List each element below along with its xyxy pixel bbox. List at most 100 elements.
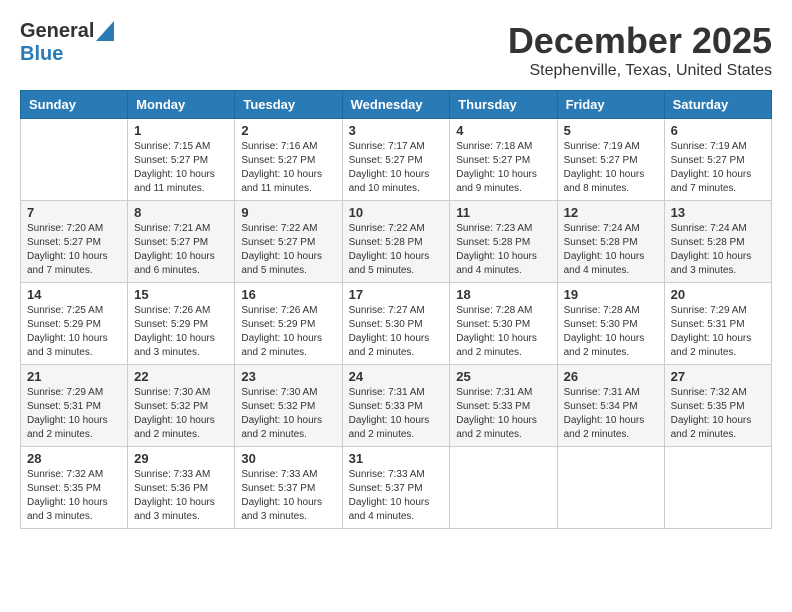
table-row: 30 Sunrise: 7:33 AM Sunset: 5:37 PM Dayli… [235, 447, 342, 529]
day-info: Sunrise: 7:32 AM Sunset: 5:35 PM Dayligh… [671, 386, 765, 442]
day-info: Sunrise: 7:23 AM Sunset: 5:28 PM Dayligh… [456, 222, 550, 278]
table-row: 26Sunrise: 7:31 AM Sunset: 5:34 PM Dayli… [557, 365, 664, 447]
table-row: 13 Sunrise: 7:24 AM Sunset: 5:28 PM Dayli… [664, 201, 771, 283]
day-info: Sunrise: 7:25 AM Sunset: 5:29 PM Dayligh… [27, 304, 121, 360]
day-info: Sunrise: 7:22 AM Sunset: 5:28 PM Dayligh… [349, 222, 444, 278]
calendar-week-row: 14 Sunrise: 7:25 AM Sunset: 5:29 PM Dayli… [21, 283, 772, 365]
col-sunday: Sunday [21, 91, 128, 119]
table-row: 9Sunrise: 7:22 AM Sunset: 5:27 PM Daylig… [235, 201, 342, 283]
day-info: Sunrise: 7:24 AM Sunset: 5:28 PM Dayligh… [564, 222, 658, 278]
day-info: Sunrise: 7:29 AM Sunset: 5:31 PM Dayligh… [671, 304, 765, 360]
day-info: Sunrise: 7:31 AM Sunset: 5:33 PM Dayligh… [456, 386, 550, 442]
calendar-week-row: 21 Sunrise: 7:29 AM Sunset: 5:31 PM Dayli… [21, 365, 772, 447]
day-number: 22 [134, 369, 228, 384]
day-number: 14 [27, 287, 121, 302]
day-number: 5 [564, 123, 658, 138]
col-thursday: Thursday [450, 91, 557, 119]
table-row: 5Sunrise: 7:19 AM Sunset: 5:27 PM Daylig… [557, 119, 664, 201]
day-number: 21 [27, 369, 121, 384]
table-row: 31 Sunrise: 7:33 AM Sunset: 5:37 PM Dayli… [342, 447, 450, 529]
col-friday: Friday [557, 91, 664, 119]
day-number: 31 [349, 451, 444, 466]
table-row: 11 Sunrise: 7:23 AM Sunset: 5:28 PM Dayli… [450, 201, 557, 283]
day-info: Sunrise: 7:21 AM Sunset: 5:27 PM Dayligh… [134, 222, 228, 278]
day-info: Sunrise: 7:18 AM Sunset: 5:27 PM Dayligh… [456, 140, 550, 196]
calendar-table: Sunday Monday Tuesday Wednesday Thursday… [20, 90, 772, 529]
table-row: 3Sunrise: 7:17 AM Sunset: 5:27 PM Daylig… [342, 119, 450, 201]
table-row: 27 Sunrise: 7:32 AM Sunset: 5:35 PM Dayli… [664, 365, 771, 447]
table-row: 22 Sunrise: 7:30 AM Sunset: 5:32 PM Dayli… [128, 365, 235, 447]
day-number: 23 [241, 369, 335, 384]
day-number: 13 [671, 205, 765, 220]
table-row: 29 Sunrise: 7:33 AM Sunset: 5:36 PM Dayli… [128, 447, 235, 529]
table-row: 14 Sunrise: 7:25 AM Sunset: 5:29 PM Dayli… [21, 283, 128, 365]
table-row: 19 Sunrise: 7:28 AM Sunset: 5:30 PM Dayli… [557, 283, 664, 365]
table-row: 6 Sunrise: 7:19 AM Sunset: 5:27 PM Daylig… [664, 119, 771, 201]
day-number: 1 [134, 123, 228, 138]
table-row: 17Sunrise: 7:27 AM Sunset: 5:30 PM Dayli… [342, 283, 450, 365]
table-row: 24Sunrise: 7:31 AM Sunset: 5:33 PM Dayli… [342, 365, 450, 447]
day-info: Sunrise: 7:33 AM Sunset: 5:36 PM Dayligh… [134, 468, 228, 524]
calendar-week-row: 7Sunrise: 7:20 AM Sunset: 5:27 PM Daylig… [21, 201, 772, 283]
table-row: 28 Sunrise: 7:32 AM Sunset: 5:35 PM Dayli… [21, 447, 128, 529]
day-number: 6 [671, 123, 765, 138]
day-number: 27 [671, 369, 765, 384]
table-row: 7Sunrise: 7:20 AM Sunset: 5:27 PM Daylig… [21, 201, 128, 283]
table-row: 18Sunrise: 7:28 AM Sunset: 5:30 PM Dayli… [450, 283, 557, 365]
day-number: 11 [456, 205, 550, 220]
day-info: Sunrise: 7:28 AM Sunset: 5:30 PM Dayligh… [564, 304, 658, 360]
day-info: Sunrise: 7:33 AM Sunset: 5:37 PM Dayligh… [349, 468, 444, 524]
title-section: December 2025 Stephenville, Texas, Unite… [508, 20, 772, 80]
day-number: 8 [134, 205, 228, 220]
table-row [450, 447, 557, 529]
logo-text-blue: Blue [20, 43, 63, 65]
day-number: 20 [671, 287, 765, 302]
calendar-week-row: 28 Sunrise: 7:32 AM Sunset: 5:35 PM Dayli… [21, 447, 772, 529]
col-wednesday: Wednesday [342, 91, 450, 119]
day-number: 25 [456, 369, 550, 384]
calendar-week-row: 1 Sunrise: 7:15 AM Sunset: 5:27 PM Daylig… [21, 119, 772, 201]
day-number: 15 [134, 287, 228, 302]
day-number: 10 [349, 205, 444, 220]
day-number: 29 [134, 451, 228, 466]
day-info: Sunrise: 7:29 AM Sunset: 5:31 PM Dayligh… [27, 386, 121, 442]
table-row: 15 Sunrise: 7:26 AM Sunset: 5:29 PM Dayli… [128, 283, 235, 365]
day-number: 19 [564, 287, 658, 302]
day-info: Sunrise: 7:19 AM Sunset: 5:27 PM Dayligh… [671, 140, 765, 196]
logo: General Blue [20, 20, 114, 66]
day-number: 2 [241, 123, 335, 138]
day-info: Sunrise: 7:26 AM Sunset: 5:29 PM Dayligh… [134, 304, 228, 360]
day-info: Sunrise: 7:33 AM Sunset: 5:37 PM Dayligh… [241, 468, 335, 524]
table-row [557, 447, 664, 529]
day-info: Sunrise: 7:30 AM Sunset: 5:32 PM Dayligh… [134, 386, 228, 442]
day-info: Sunrise: 7:15 AM Sunset: 5:27 PM Dayligh… [134, 140, 228, 196]
day-info: Sunrise: 7:20 AM Sunset: 5:27 PM Dayligh… [27, 222, 121, 278]
day-info: Sunrise: 7:27 AM Sunset: 5:30 PM Dayligh… [349, 304, 444, 360]
table-row: 16Sunrise: 7:26 AM Sunset: 5:29 PM Dayli… [235, 283, 342, 365]
day-number: 30 [241, 451, 335, 466]
day-info: Sunrise: 7:32 AM Sunset: 5:35 PM Dayligh… [27, 468, 121, 524]
table-row: 1 Sunrise: 7:15 AM Sunset: 5:27 PM Daylig… [128, 119, 235, 201]
day-info: Sunrise: 7:28 AM Sunset: 5:30 PM Dayligh… [456, 304, 550, 360]
month-title: December 2025 [508, 20, 772, 62]
day-number: 28 [27, 451, 121, 466]
day-number: 26 [564, 369, 658, 384]
table-row: 4 Sunrise: 7:18 AM Sunset: 5:27 PM Daylig… [450, 119, 557, 201]
day-info: Sunrise: 7:24 AM Sunset: 5:28 PM Dayligh… [671, 222, 765, 278]
location-title: Stephenville, Texas, United States [508, 62, 772, 80]
day-number: 4 [456, 123, 550, 138]
day-number: 12 [564, 205, 658, 220]
col-monday: Monday [128, 91, 235, 119]
page-header: General Blue December 2025 Stephenville,… [20, 20, 772, 80]
table-row: 20 Sunrise: 7:29 AM Sunset: 5:31 PM Dayli… [664, 283, 771, 365]
table-row [664, 447, 771, 529]
table-row: 21 Sunrise: 7:29 AM Sunset: 5:31 PM Dayli… [21, 365, 128, 447]
calendar-header-row: Sunday Monday Tuesday Wednesday Thursday… [21, 91, 772, 119]
col-saturday: Saturday [664, 91, 771, 119]
table-row: 25 Sunrise: 7:31 AM Sunset: 5:33 PM Dayli… [450, 365, 557, 447]
table-row: 2 Sunrise: 7:16 AM Sunset: 5:27 PM Daylig… [235, 119, 342, 201]
table-row: 10 Sunrise: 7:22 AM Sunset: 5:28 PM Dayli… [342, 201, 450, 283]
day-number: 3 [349, 123, 444, 138]
day-number: 24 [349, 369, 444, 384]
day-info: Sunrise: 7:16 AM Sunset: 5:27 PM Dayligh… [241, 140, 335, 196]
